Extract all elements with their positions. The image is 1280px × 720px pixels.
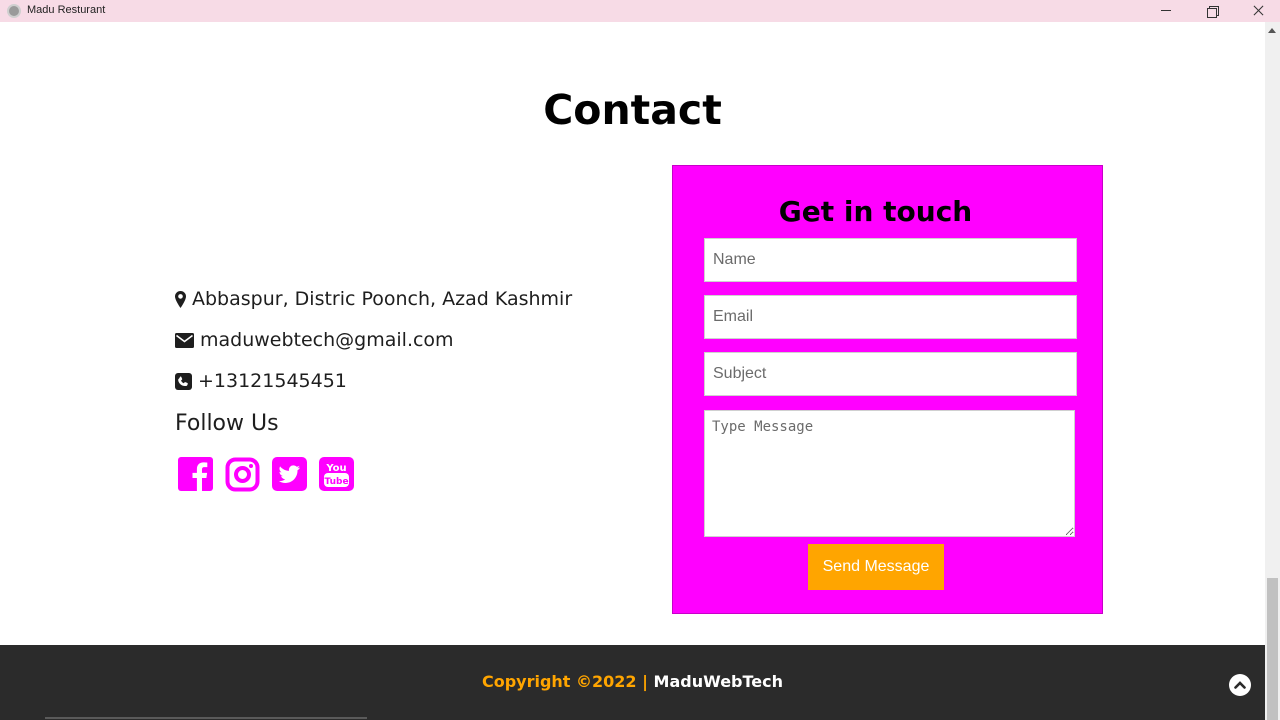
address-text: Abbaspur, Distric Poonch, Azad Kashmir xyxy=(192,288,573,310)
contact-form-panel: Get in touch Send Message xyxy=(672,165,1103,614)
copyright-prefix: Copyright ©2022 | xyxy=(481,672,648,691)
instagram-icon[interactable] xyxy=(225,456,260,492)
close-button[interactable] xyxy=(1235,0,1280,22)
email-text[interactable]: maduwebtech@gmail.com xyxy=(200,329,454,351)
svg-text:You: You xyxy=(325,463,346,474)
subject-input[interactable] xyxy=(704,352,1077,396)
facebook-icon[interactable] xyxy=(178,456,213,492)
message-textarea[interactable] xyxy=(704,410,1075,537)
address-row: Abbaspur, Distric Poonch, Azad Kashmir xyxy=(175,287,572,311)
form-title: Get in touch xyxy=(778,195,973,228)
follow-us-heading: Follow Us xyxy=(175,411,279,436)
scroll-up-arrow-icon[interactable] xyxy=(1268,28,1276,33)
name-input[interactable] xyxy=(704,238,1077,282)
minimize-button[interactable] xyxy=(1143,0,1189,22)
copyright-brand: MaduWebTech xyxy=(653,672,784,691)
copyright-text: Copyright ©2022 | MaduWebTech xyxy=(0,672,1265,691)
email-row: maduwebtech@gmail.com xyxy=(175,328,454,352)
window-title: Madu Resturant xyxy=(27,4,106,16)
youtube-icon[interactable]: You Tube xyxy=(319,456,354,492)
phone-icon xyxy=(175,372,192,390)
envelope-icon xyxy=(175,332,194,348)
social-links: You Tube xyxy=(178,456,354,492)
email-input[interactable] xyxy=(704,295,1077,339)
chevron-up-icon xyxy=(1234,681,1246,689)
scrollbar-thumb[interactable] xyxy=(1267,578,1278,720)
vertical-scrollbar[interactable] xyxy=(1265,22,1280,720)
svg-text:Tube: Tube xyxy=(324,477,348,487)
restore-button[interactable] xyxy=(1189,0,1235,22)
back-to-top-button[interactable] xyxy=(1229,674,1251,696)
footer: Copyright ©2022 | MaduWebTech xyxy=(0,645,1265,720)
page-title: Contact xyxy=(543,86,722,134)
map-marker-icon xyxy=(175,290,186,308)
phone-text[interactable]: +13121545451 xyxy=(198,370,347,392)
phone-row: +13121545451 xyxy=(175,369,347,393)
twitter-icon[interactable] xyxy=(272,456,307,492)
footer-divider xyxy=(45,717,367,719)
app-globe-icon xyxy=(7,4,21,18)
window-titlebar: Madu Resturant xyxy=(0,0,1280,22)
send-message-button[interactable]: Send Message xyxy=(808,544,944,590)
